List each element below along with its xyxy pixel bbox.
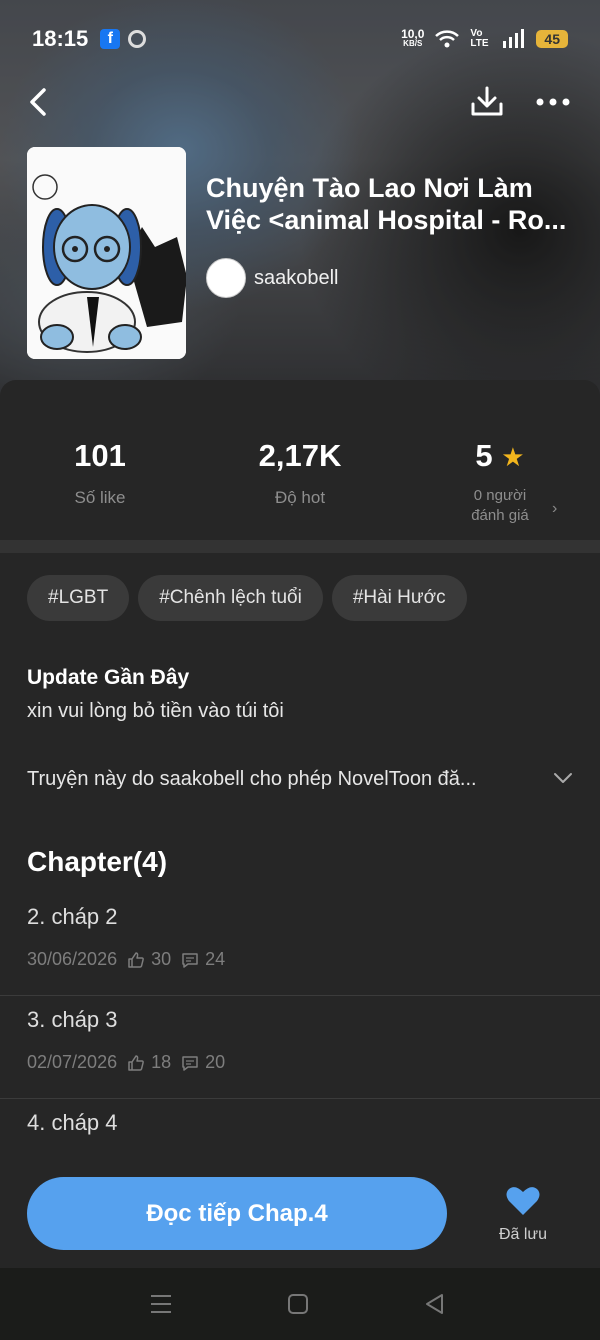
recent-apps-icon[interactable]: [145, 1288, 177, 1320]
tag-list: #LGBT #Chênh lệch tuổi #Hài Hước: [27, 575, 467, 621]
chapters-heading: Chapter(4): [27, 846, 168, 877]
saved-button[interactable]: Đã lưu: [490, 1185, 556, 1244]
chrome-icon: [128, 30, 147, 48]
bottom-action-bar: Đọc tiếp Chap.4 Đã lưu: [0, 1160, 600, 1268]
facebook-icon: f: [100, 29, 121, 49]
screen: 18:15 f 10,0 KB/S Vo LTE 45 Chuyện Tào L…: [0, 0, 600, 1340]
top-nav: [0, 82, 600, 126]
back-triangle-icon[interactable]: [418, 1288, 450, 1320]
star-icon: ★: [501, 442, 525, 472]
chevron-down-icon[interactable]: [552, 770, 574, 786]
cover-illustration: [27, 147, 186, 359]
tag-humor[interactable]: #Hài Hước: [331, 575, 467, 621]
book-title: Chuyện Tào Lao Nơi Làm Việc <animal Hosp…: [206, 173, 567, 235]
heart-icon: [506, 1187, 540, 1215]
thumbs-up-icon: [128, 951, 144, 968]
back-arrow-icon[interactable]: [22, 82, 58, 122]
home-icon[interactable]: [282, 1288, 314, 1320]
stat-hot: 2,17K Độ hot: [258, 438, 342, 507]
content-panel: 101 Số like 2,17K Độ hot 5 ★ 0 người đán…: [0, 380, 600, 1280]
author-name: saakobell: [254, 266, 339, 289]
comment-icon: [182, 952, 198, 968]
chapter-item[interactable]: 3. cháp 3 02/07/2026 18 20: [0, 995, 600, 1099]
author-link[interactable]: saakobell: [206, 258, 339, 298]
battery-indicator: 45: [536, 30, 568, 48]
volte-label: Vo LTE: [470, 28, 489, 49]
book-cover[interactable]: [27, 147, 186, 359]
stats-row: 101 Số like 2,17K Độ hot 5 ★ 0 người đán…: [0, 380, 600, 540]
download-icon[interactable]: [468, 82, 506, 122]
hero-background: 18:15 f 10,0 KB/S Vo LTE 45 Chuyện Tào L…: [0, 0, 600, 400]
system-nav-bar: [0, 1268, 600, 1340]
continue-reading-button[interactable]: Đọc tiếp Chap.4: [27, 1177, 447, 1250]
section-divider: [0, 540, 600, 553]
comment-icon: [182, 1055, 198, 1071]
tag-lgbt[interactable]: #LGBT: [27, 575, 130, 621]
chevron-right-icon[interactable]: ›: [552, 500, 557, 518]
author-avatar: [206, 258, 246, 298]
chapter-item[interactable]: 2. cháp 2 30/06/2026 30 24: [0, 892, 600, 996]
chapter-date: 02/07/2026: [27, 1052, 118, 1072]
update-text: xin vui lòng bỏ tiền vào túi tôi: [27, 700, 284, 722]
stat-rating[interactable]: 5 ★ 0 người đánh giá: [400, 438, 600, 526]
more-options-icon[interactable]: [532, 82, 574, 122]
wifi-icon: [435, 30, 460, 48]
status-bar: 18:15 f 10,0 KB/S Vo LTE 45: [0, 0, 600, 78]
stat-likes: 101 Số like: [74, 438, 126, 507]
description[interactable]: Truyện này do saakobell cho phép NovelTo…: [27, 768, 547, 791]
status-time: 18:15: [32, 26, 89, 51]
chapter-date: 30/06/2026: [27, 949, 118, 969]
thumbs-up-icon: [128, 1054, 144, 1071]
network-speed: 10,0 KB/S: [401, 27, 425, 48]
update-title: Update Gần Đây: [27, 666, 190, 689]
signal-icon: [503, 29, 525, 48]
tag-age-gap[interactable]: #Chênh lệch tuổi: [138, 575, 323, 621]
